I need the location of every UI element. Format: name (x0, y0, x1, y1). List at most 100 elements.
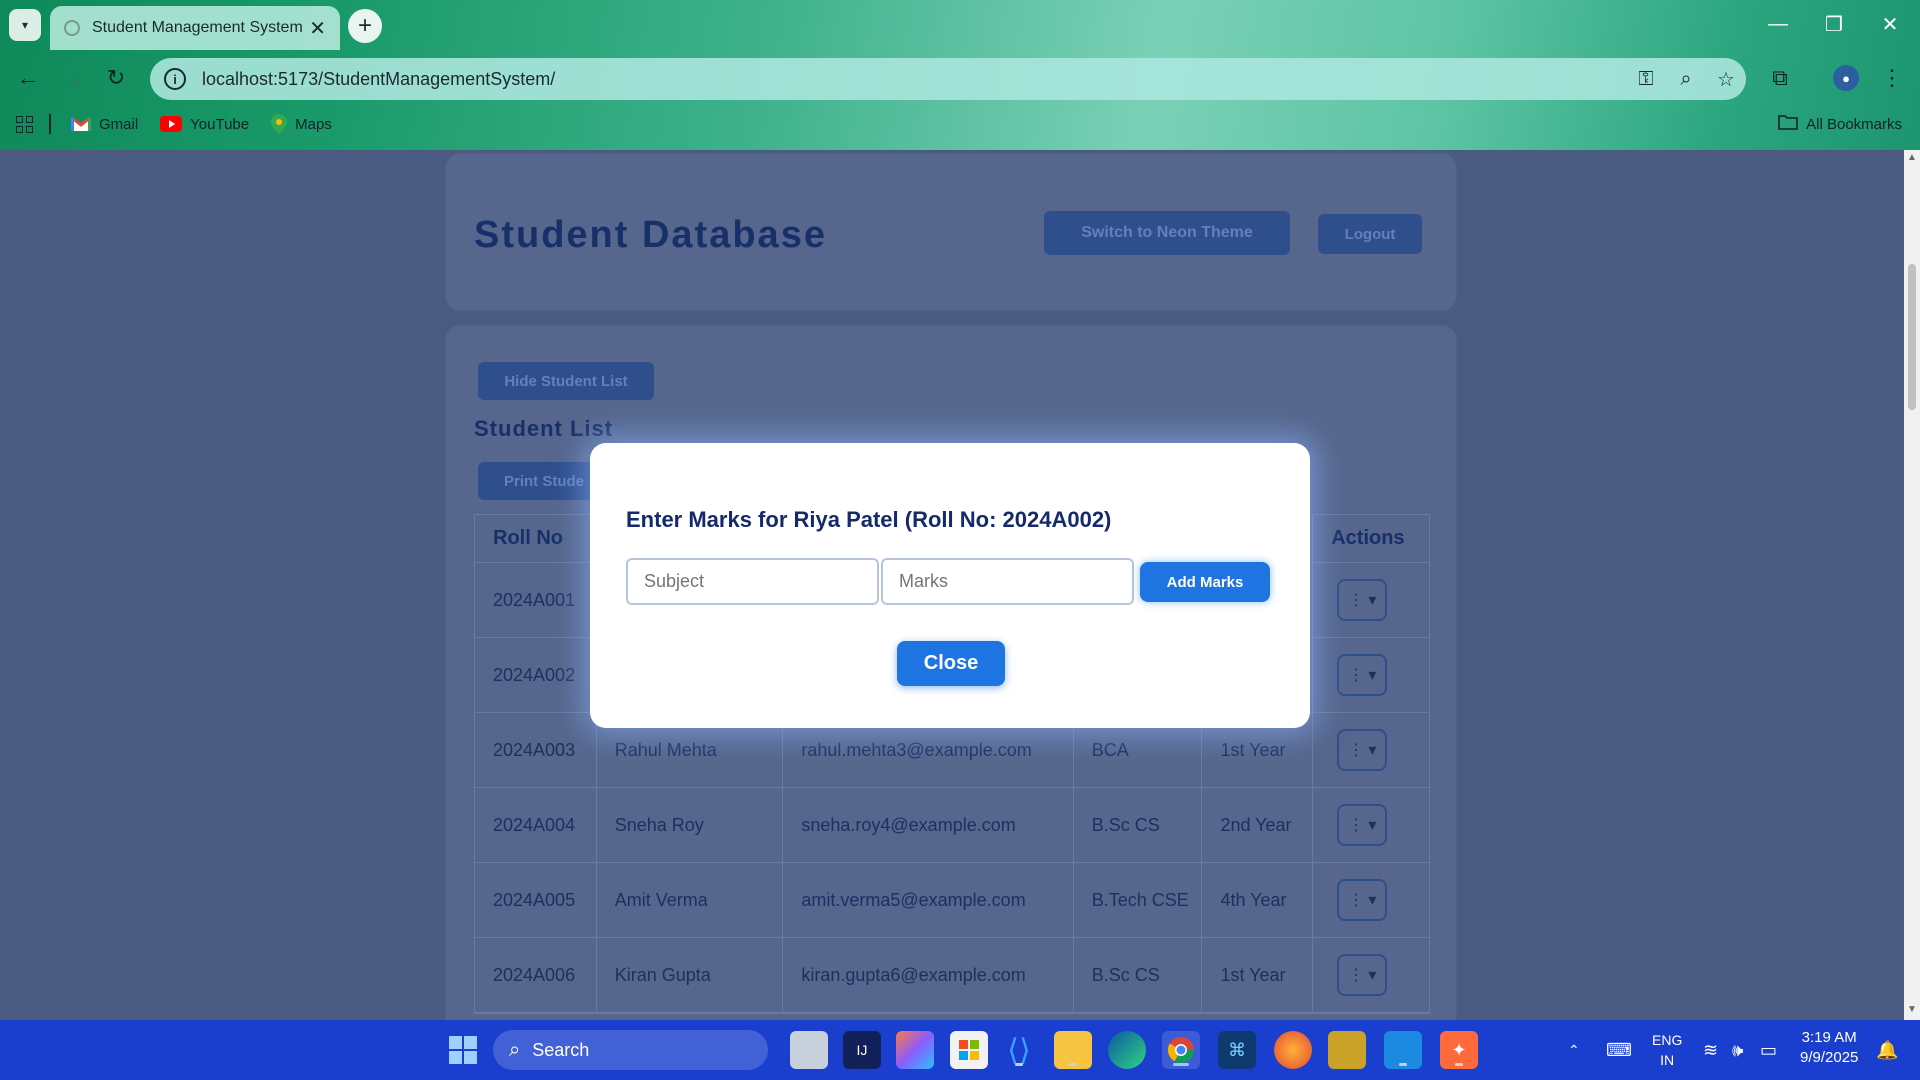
search-icon: ⌕ (509, 1038, 521, 1061)
header-card: Student Database Switch to Neon Theme Lo… (446, 154, 1456, 310)
cell-roll: 2024A006 (475, 938, 597, 1012)
chrome-browser-icon[interactable] (1162, 1031, 1200, 1069)
zoom-icon[interactable]: ⌕ (1666, 68, 1706, 91)
bookmark-label: Maps (295, 115, 332, 133)
hide-student-list-button[interactable]: Hide Student List (478, 362, 654, 400)
tab-search-button[interactable]: ▾ (9, 9, 41, 41)
vscode-icon[interactable]: ⟨⟩ (1000, 1031, 1038, 1069)
notifications-bell-icon[interactable]: 🔔 (1876, 1020, 1898, 1080)
student-list-title: Student List (474, 416, 614, 441)
tab-close-icon[interactable]: ✕ (309, 16, 326, 41)
row-actions-menu-icon[interactable]: ⋮ ▾ (1337, 954, 1388, 996)
row-actions-menu-icon[interactable]: ⋮ ▾ (1337, 804, 1388, 846)
page-title: Student Database (474, 214, 827, 256)
url-text[interactable]: localhost:5173/StudentManagementSystem/ (202, 69, 1626, 90)
cell-email: kiran.gupta6@example.com (783, 938, 1074, 1012)
apps-grid-icon[interactable] (16, 115, 33, 133)
enter-marks-modal: Enter Marks for Riya Patel (Roll No: 202… (590, 443, 1310, 728)
cell-email: sneha.roy4@example.com (783, 788, 1074, 862)
browser-chrome: ▾ Student Management System ✕ + — ❐ ✕ ← … (0, 0, 1920, 150)
column-header: Roll No (475, 515, 597, 562)
row-actions-menu-icon[interactable]: ⋮ ▾ (1337, 654, 1388, 696)
subject-input[interactable] (626, 558, 879, 605)
jetbrains-ide-icon[interactable]: IJ (843, 1031, 881, 1069)
bookmark-star-icon[interactable]: ☆ (1706, 67, 1746, 92)
cell-roll: 2024A001 (475, 563, 597, 637)
region-code: IN (1660, 1052, 1675, 1068)
row-actions-menu-icon[interactable]: ⋮ ▾ (1337, 579, 1388, 621)
column-header: Actions (1331, 527, 1405, 549)
clock-date: 9/9/2025 (1800, 1049, 1859, 1066)
bookmark-gmail[interactable]: Gmail (71, 116, 138, 133)
notes-app-icon[interactable] (1384, 1031, 1422, 1069)
logout-button[interactable]: Logout (1318, 214, 1422, 254)
browser-menu-icon[interactable]: ⋮ (1874, 60, 1910, 96)
site-info-icon[interactable]: i (164, 68, 186, 90)
microsoft-store-icon[interactable] (950, 1031, 988, 1069)
all-bookmarks-label: All Bookmarks (1806, 115, 1902, 133)
cell-year: 2nd Year (1202, 788, 1314, 862)
bookmarks-bar: Gmail YouTube Maps All Bookmarks (0, 106, 1920, 142)
windows-taskbar: ⌕ Search IJ ⟨⟩ ⌘ ✦ ⌃ ⌨ ENG IN ≋ 🕪 ▭ 3:19… (0, 1020, 1920, 1080)
row-actions-menu-icon[interactable]: ⋮ ▾ (1337, 879, 1388, 921)
bookmark-youtube[interactable]: YouTube (160, 116, 249, 133)
task-view-icon[interactable] (790, 1031, 828, 1069)
cell-actions: ⋮ ▾ (1313, 713, 1429, 787)
cell-roll: 2024A004 (475, 788, 597, 862)
page-scrollbar[interactable]: ▲ ▼ (1904, 150, 1920, 1020)
new-tab-button[interactable]: + (348, 9, 382, 43)
browser-tab[interactable]: Student Management System ✕ (50, 6, 340, 50)
add-marks-button[interactable]: Add Marks (1140, 562, 1270, 602)
taskbar-search-box[interactable]: ⌕ Search (493, 1030, 768, 1070)
cell-name: Kiran Gupta (597, 938, 784, 1012)
battery-icon[interactable]: ▭ (1760, 1020, 1777, 1080)
cell-roll: 2024A003 (475, 713, 597, 787)
bookmarks-separator (49, 114, 51, 134)
media-app-icon[interactable] (1328, 1031, 1366, 1069)
all-bookmarks-button[interactable]: All Bookmarks (1778, 106, 1902, 142)
system-clock[interactable]: 3:19 AM 9/9/2025 (1800, 1028, 1858, 1068)
cell-name: Sneha Roy (597, 788, 784, 862)
file-explorer-icon[interactable] (1054, 1031, 1092, 1069)
wifi-icon[interactable]: ≋ (1703, 1020, 1718, 1080)
taskbar-search-label: Search (532, 1039, 590, 1060)
clock-time: 3:19 AM (1801, 1029, 1857, 1046)
scroll-thumb[interactable] (1908, 264, 1916, 410)
cell-course: B.Sc CS (1074, 788, 1203, 862)
volume-icon[interactable]: 🕪 (1732, 1020, 1743, 1080)
restore-button[interactable]: ❐ (1806, 0, 1862, 48)
password-key-icon[interactable]: ⚿ (1626, 68, 1666, 91)
close-modal-button[interactable]: Close (897, 641, 1005, 686)
terminal-app-icon[interactable]: ⌘ (1218, 1031, 1256, 1069)
back-button[interactable]: ← (10, 60, 46, 96)
language-indicator[interactable]: ENG IN (1652, 1030, 1682, 1070)
start-windows-icon[interactable] (444, 1031, 482, 1069)
scroll-down-icon[interactable]: ▼ (1906, 1004, 1918, 1016)
bookmark-maps[interactable]: Maps (271, 114, 332, 134)
tray-overflow-icon[interactable]: ⌃ (1568, 1020, 1580, 1080)
cell-actions: ⋮ ▾ (1313, 638, 1429, 712)
close-window-button[interactable]: ✕ (1862, 0, 1918, 48)
extensions-icon[interactable]: ⧉ (1762, 60, 1798, 96)
edge-browser-icon[interactable] (1108, 1031, 1146, 1069)
cell-actions: ⋮ ▾ (1313, 788, 1429, 862)
table-row: 2024A004 Sneha Roy sneha.roy4@example.co… (475, 788, 1429, 863)
forward-button[interactable]: → (54, 60, 90, 96)
postman-like-icon[interactable]: ✦ (1440, 1031, 1478, 1069)
marks-input[interactable] (881, 558, 1134, 605)
reload-button[interactable]: ↻ (98, 60, 134, 96)
copilot-icon[interactable] (896, 1031, 934, 1069)
scroll-up-icon[interactable]: ▲ (1906, 152, 1918, 164)
switch-theme-button[interactable]: Switch to Neon Theme (1044, 211, 1290, 255)
youtube-icon (160, 116, 183, 132)
firefox-icon[interactable] (1274, 1031, 1312, 1069)
cell-name: Amit Verma (597, 863, 784, 937)
profile-avatar[interactable]: ● (1828, 60, 1864, 96)
language-code: ENG (1652, 1032, 1683, 1048)
cell-course: B.Tech CSE (1074, 863, 1203, 937)
cell-year: 1st Year (1202, 938, 1314, 1012)
row-actions-menu-icon[interactable]: ⋮ ▾ (1337, 729, 1388, 771)
minimize-button[interactable]: — (1750, 0, 1806, 48)
address-bar[interactable]: i localhost:5173/StudentManagementSystem… (150, 58, 1746, 100)
keyboard-icon[interactable]: ⌨ (1606, 1020, 1632, 1080)
